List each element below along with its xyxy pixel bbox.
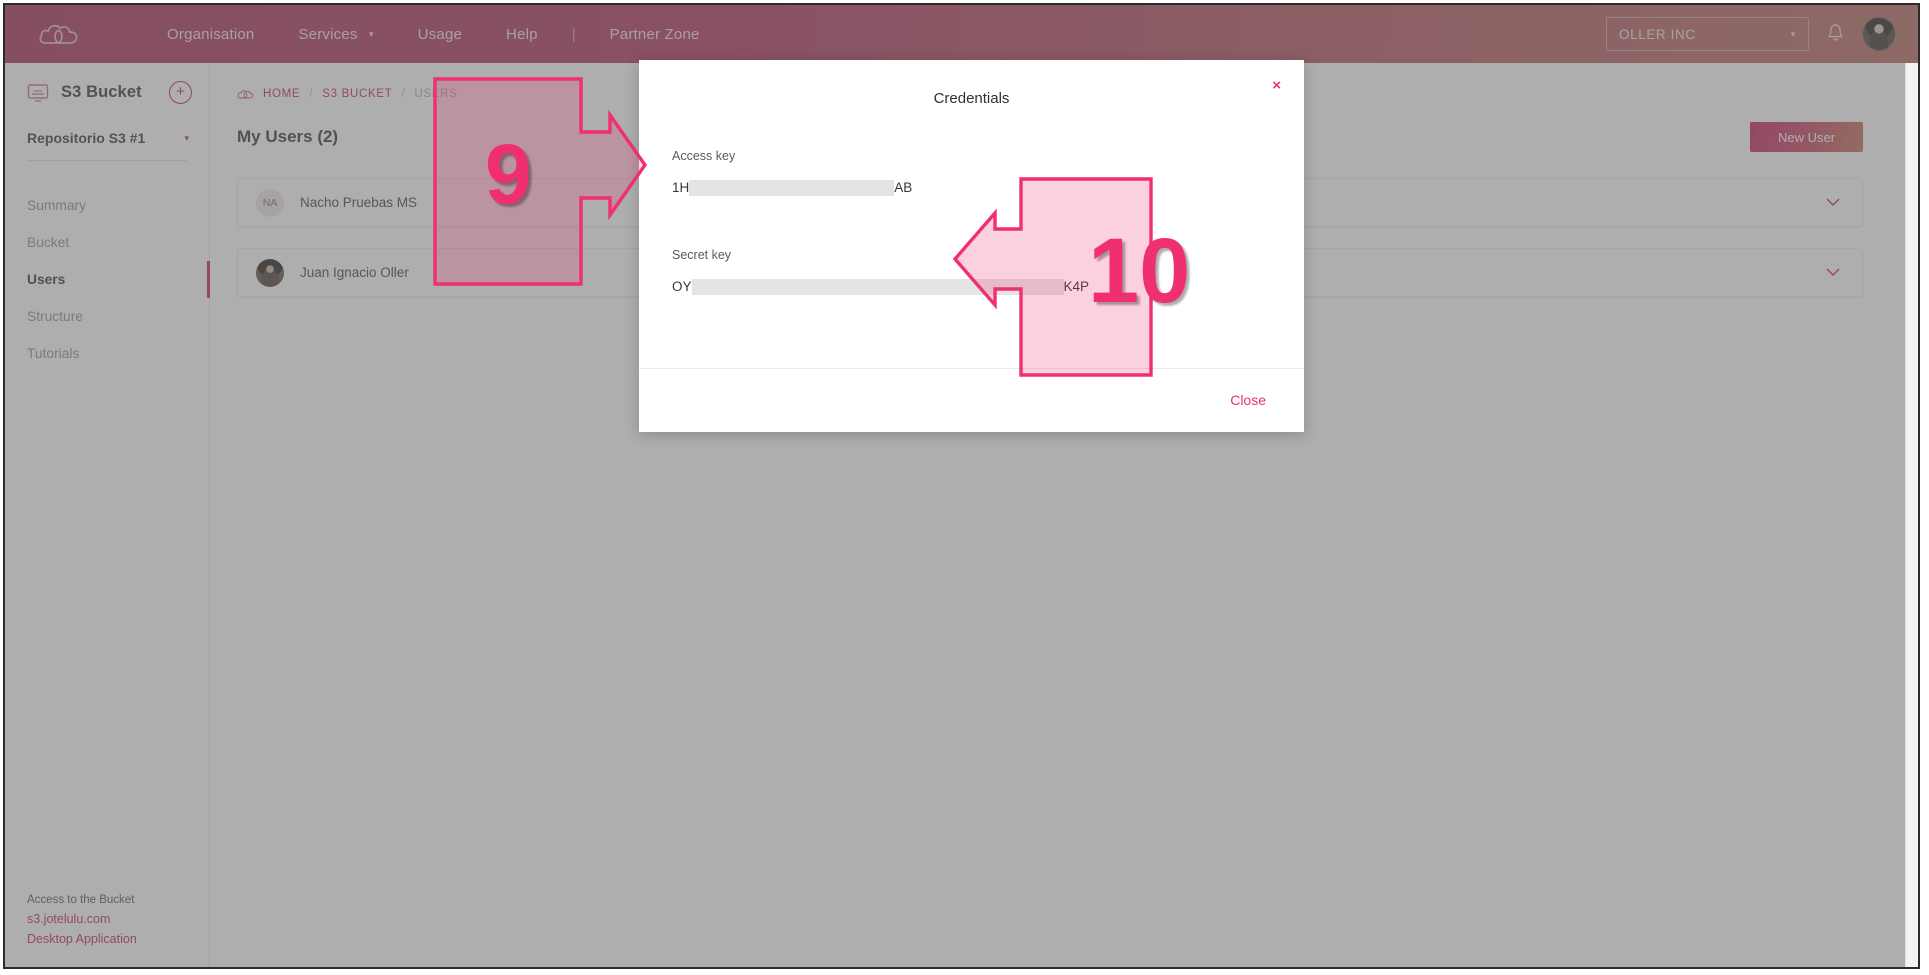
close-button[interactable]: Close: [1230, 392, 1266, 408]
close-icon[interactable]: ×: [1272, 78, 1281, 93]
browser-window: Organisation Services ▾ Usage Help | Par…: [3, 3, 1920, 969]
access-key-value[interactable]: 1H AB: [672, 179, 1304, 196]
secret-key-redacted: [691, 278, 1064, 295]
modal-body: Access key 1H AB Secret key OY K4P: [639, 107, 1304, 295]
field-spacer: [672, 196, 1304, 248]
access-key-redacted: [689, 179, 895, 196]
secret-key-value[interactable]: OY K4P: [672, 278, 1304, 295]
access-key-suffix: AB: [894, 180, 913, 195]
secret-key-label: Secret key: [672, 248, 732, 262]
access-key-prefix: 1H: [672, 180, 690, 195]
access-key-label: Access key: [672, 149, 736, 163]
secret-key-prefix: OY: [672, 279, 692, 294]
page-scrollbar[interactable]: [1905, 63, 1918, 967]
screen-root: Organisation Services ▾ Usage Help | Par…: [0, 0, 1929, 975]
credentials-modal: × Credentials Access key 1H AB Secret key…: [639, 60, 1304, 432]
secret-key-suffix: K4P: [1063, 279, 1090, 294]
modal-footer: Close: [639, 369, 1304, 431]
modal-title: Credentials: [933, 90, 1010, 107]
